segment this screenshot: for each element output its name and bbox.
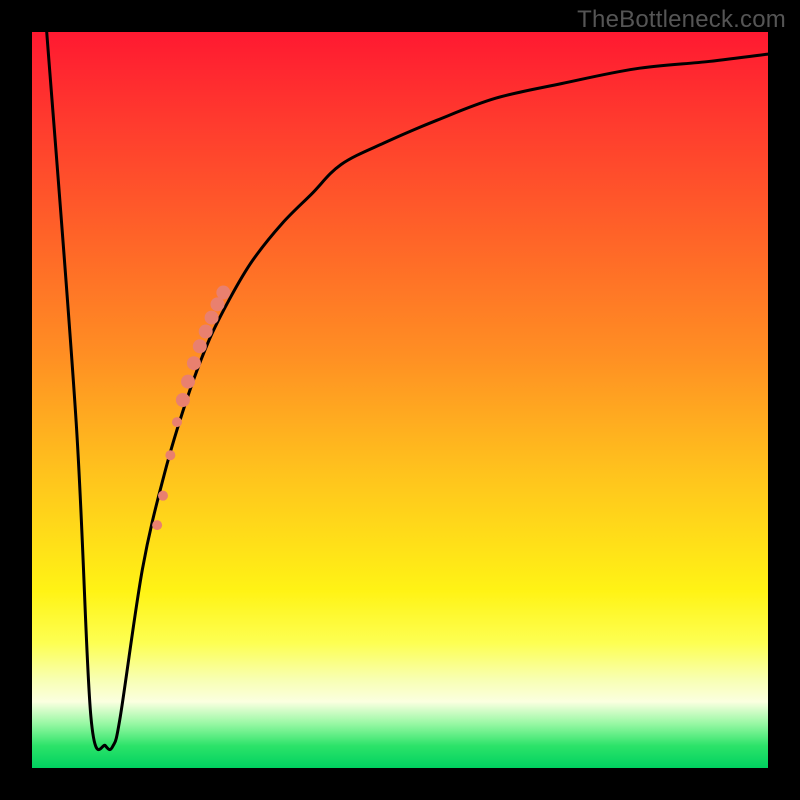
bottleneck-curve-path: [47, 32, 768, 750]
chart-svg: [32, 32, 768, 768]
highlight-point: [205, 311, 219, 325]
chart-frame: TheBottleneck.com: [0, 0, 800, 800]
curve-path: [47, 32, 768, 750]
highlight-point: [181, 375, 195, 389]
highlight-point: [172, 417, 182, 427]
highlight-point: [216, 286, 230, 300]
highlight-point: [199, 325, 213, 339]
watermark-label: TheBottleneck.com: [577, 6, 786, 34]
highlight-point: [176, 393, 190, 407]
highlight-point: [187, 356, 201, 370]
highlight-point: [158, 491, 168, 501]
highlight-point: [152, 520, 162, 530]
highlight-point: [165, 450, 175, 460]
highlight-point: [193, 339, 207, 353]
plot-area: [32, 32, 768, 768]
